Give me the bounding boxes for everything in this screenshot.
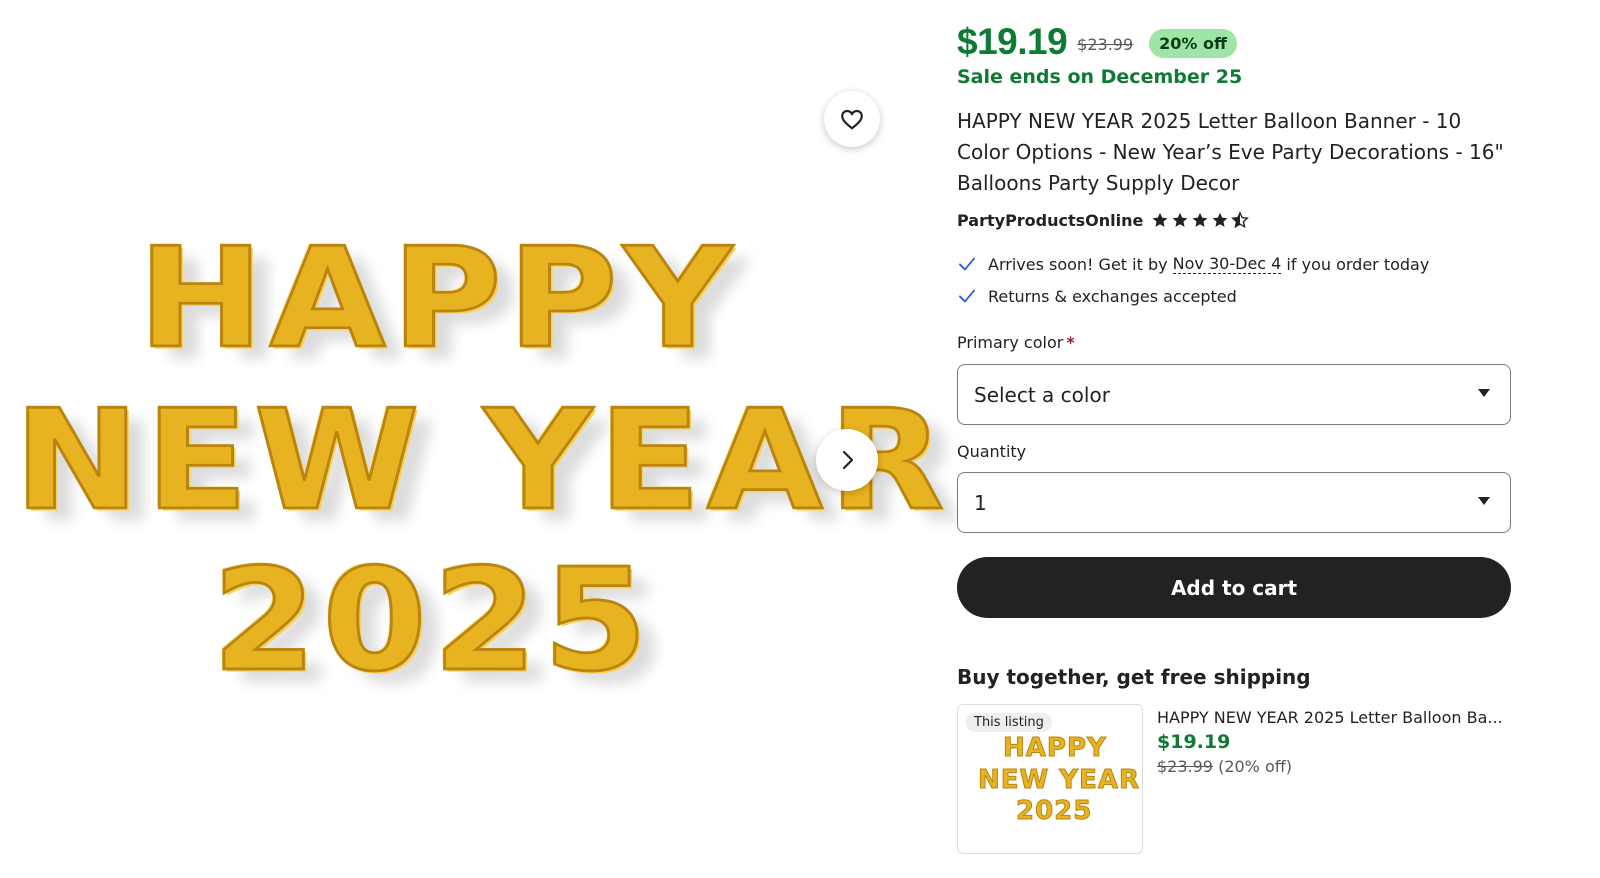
discount-badge: 20% off xyxy=(1149,29,1237,58)
caret-down-icon xyxy=(1478,389,1490,397)
this-listing-tag: This listing xyxy=(966,713,1052,732)
bundle-listing-info: HAPPY NEW YEAR 2025 Letter Balloon Ba...… xyxy=(1157,708,1513,776)
arrival-perk: Arrives soon! Get it by Nov 30-Dec 4 if … xyxy=(957,254,1429,274)
thumb-word-new-year: NEW YEAR xyxy=(978,765,1140,795)
caret-down-icon xyxy=(1478,497,1490,505)
star-icon xyxy=(1193,212,1208,227)
add-to-cart-button[interactable]: Add to cart xyxy=(957,557,1511,618)
star-icon xyxy=(1173,212,1188,227)
check-icon xyxy=(959,257,975,271)
thumb-word-happy: HAPPY xyxy=(1003,733,1107,763)
arrival-prefix: Arrives soon! Get it by xyxy=(988,254,1173,274)
bundle-listing-thumbnail[interactable]: This listing HAPPY NEW YEAR 2025 xyxy=(957,704,1143,854)
quantity-label: Quantity xyxy=(957,442,1027,461)
primary-color-label: Primary color * xyxy=(957,333,1075,352)
bundle-listing-title[interactable]: HAPPY NEW YEAR 2025 Letter Balloon Ba... xyxy=(1157,708,1513,727)
balloon-word-happy: HAPPY xyxy=(136,218,739,380)
primary-color-select-value: Select a color xyxy=(974,382,1110,407)
heart-icon xyxy=(841,109,863,130)
primary-color-label-text: Primary color xyxy=(957,333,1064,352)
primary-color-select[interactable]: Select a color xyxy=(957,364,1511,425)
balloon-word-2025: 2025 xyxy=(210,539,654,703)
quantity-select-value: 1 xyxy=(974,490,987,515)
bundle-discount: (20% off) xyxy=(1218,757,1293,776)
star-icon xyxy=(1153,212,1168,227)
product-image[interactable]: HAPPY NEW YEAR 2025 xyxy=(0,0,945,878)
balloon-word-new-year: NEW YEAR xyxy=(12,380,951,542)
listing-image-gallery: HAPPY NEW YEAR 2025 xyxy=(0,0,946,878)
check-icon xyxy=(959,289,975,303)
star-icon xyxy=(1213,212,1228,227)
required-marker: * xyxy=(1066,333,1075,352)
chevron-right-icon xyxy=(842,450,854,470)
seller-row: PartyProductsOnline xyxy=(957,208,1250,232)
returns-text: Returns & exchanges accepted xyxy=(988,286,1237,306)
original-price: $23.99 xyxy=(1077,34,1134,54)
thumb-word-2025: 2025 xyxy=(1015,796,1093,826)
price-row: $19.19 $23.99 20% off xyxy=(957,20,1237,64)
half-star-icon xyxy=(1231,211,1250,229)
star-rating[interactable] xyxy=(1151,211,1250,229)
quantity-select[interactable]: 1 xyxy=(957,472,1511,533)
arrival-suffix: if you order today xyxy=(1281,254,1430,274)
current-price: $19.19 xyxy=(957,21,1068,62)
returns-perk: Returns & exchanges accepted xyxy=(957,286,1237,306)
bundle-original-price: $23.99 xyxy=(1157,757,1213,776)
arrival-dates-link[interactable]: Nov 30-Dec 4 xyxy=(1172,254,1282,274)
bundle-original-price-row: $23.99 (20% off) xyxy=(1157,757,1513,776)
bundle-price: $19.19 xyxy=(1157,731,1231,753)
listing-title: HAPPY NEW YEAR 2025 Letter Balloon Banne… xyxy=(957,109,1504,195)
next-image-button[interactable] xyxy=(816,429,878,491)
bundle-heading: Buy together, get free shipping xyxy=(957,665,1311,689)
favorite-button[interactable] xyxy=(824,91,880,147)
seller-name-link[interactable]: PartyProductsOnline xyxy=(957,211,1143,230)
sale-ends-text: Sale ends on December 25 xyxy=(957,66,1243,88)
